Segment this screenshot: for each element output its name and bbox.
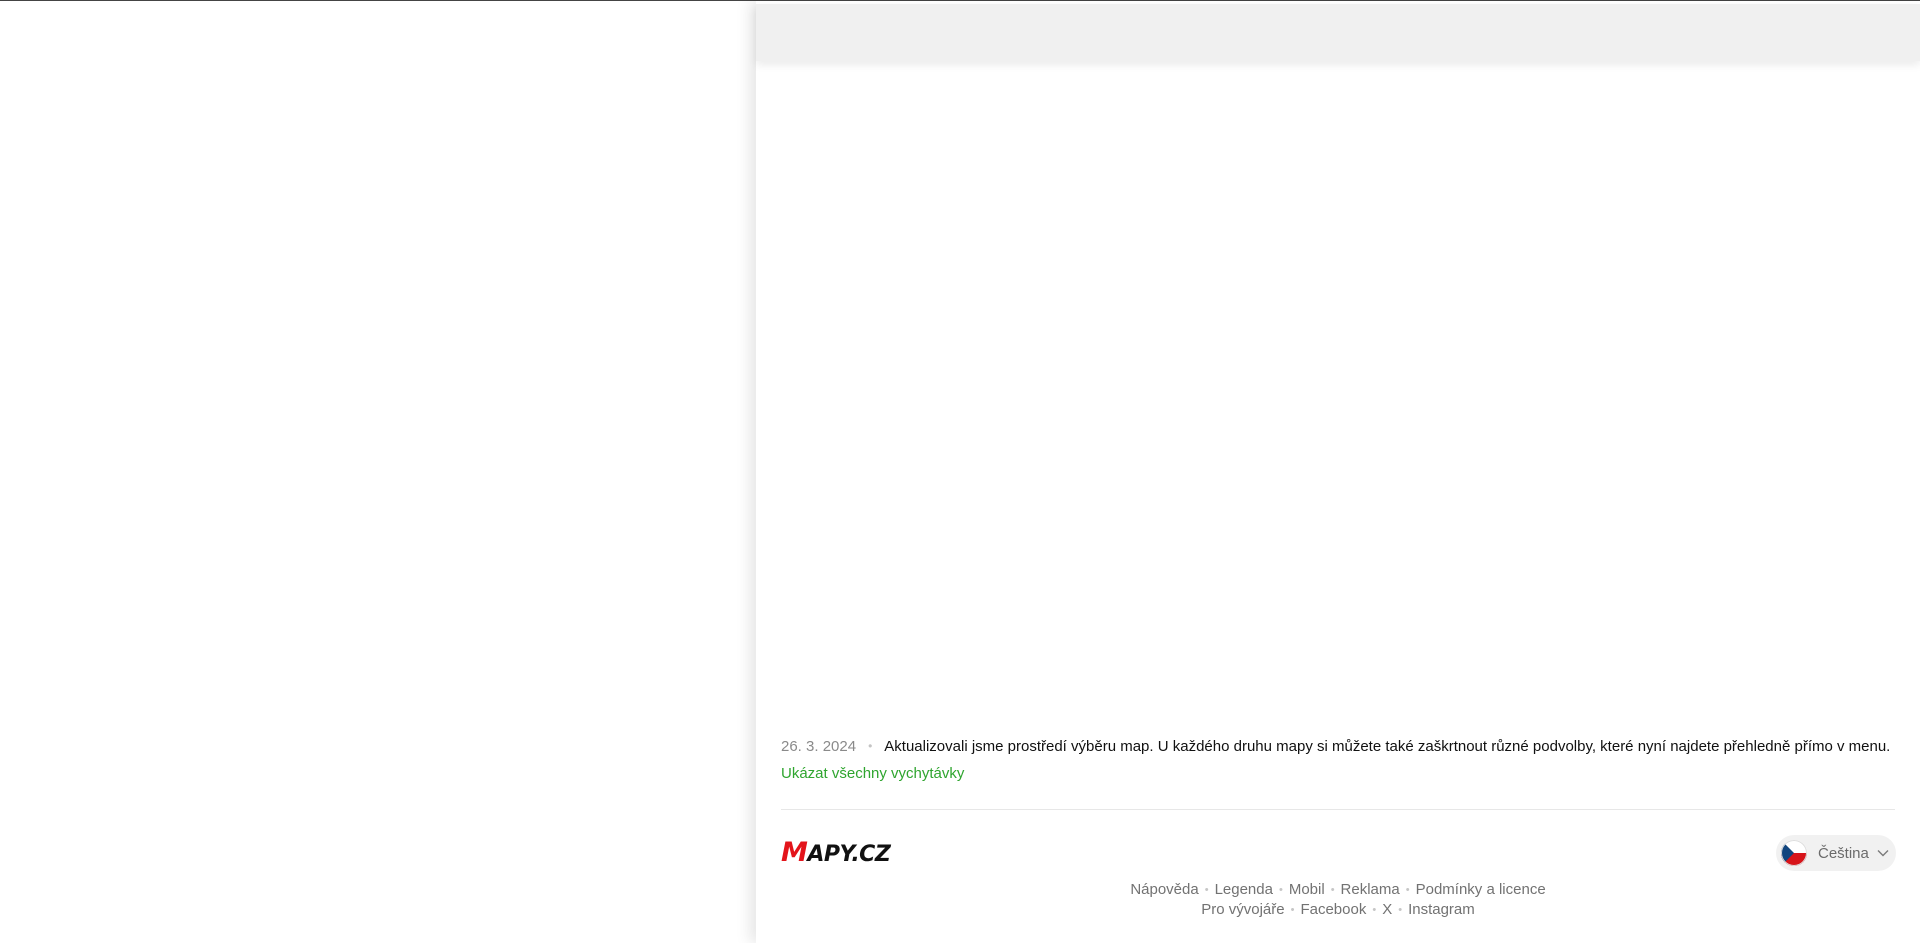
- czech-flag-icon: [1781, 840, 1807, 866]
- panel-header-bar: [756, 4, 1920, 61]
- footer-divider: [781, 809, 1895, 810]
- footer-link-help[interactable]: Nápověda: [1130, 881, 1198, 898]
- language-selector[interactable]: Čeština: [1776, 835, 1896, 871]
- mapy-logo[interactable]: M APY.CZ: [781, 837, 891, 868]
- side-panel: 26. 3. 2024 • Aktualizovali jsme prostře…: [756, 1, 1920, 943]
- footer-links-secondary: Pro vývojáře • Facebook • X • Instagram: [756, 901, 1920, 918]
- footer-links-primary: Nápověda • Legenda • Mobil • Reklama • Podmínky …: [756, 881, 1920, 898]
- footer-link-terms[interactable]: Podmínky a licence: [1416, 881, 1546, 898]
- map-area-blank: [0, 1, 756, 943]
- footer-link-developers[interactable]: Pro vývojáře: [1201, 901, 1284, 918]
- footer-separator: •: [1405, 884, 1410, 896]
- logo-text: APY.CZ: [807, 842, 891, 867]
- language-label: Čeština: [1818, 844, 1869, 862]
- tip-row: 26. 3. 2024 • Aktualizovali jsme prostře…: [781, 736, 1901, 756]
- footer-separator: •: [1204, 884, 1209, 896]
- show-all-tips-link[interactable]: Ukázat všechny vychytávky: [781, 765, 964, 782]
- tip-text: Aktualizovali jsme prostředí výběru map.…: [884, 737, 1891, 755]
- footer-separator: •: [1372, 904, 1377, 916]
- footer-separator: •: [1290, 904, 1295, 916]
- footer-link-facebook[interactable]: Facebook: [1300, 901, 1366, 918]
- footer-link-instagram[interactable]: Instagram: [1408, 901, 1475, 918]
- footer-separator: •: [1398, 904, 1403, 916]
- tip-date: 26. 3. 2024: [781, 737, 857, 755]
- footer-link-mobile[interactable]: Mobil: [1289, 881, 1325, 898]
- chevron-down-icon: [1877, 844, 1889, 862]
- footer-link-legend[interactable]: Legenda: [1215, 881, 1273, 898]
- logo-letter-m: M: [781, 837, 808, 868]
- footer-link-advertising[interactable]: Reklama: [1341, 881, 1400, 898]
- tip-separator: •: [868, 739, 873, 753]
- footer-separator: •: [1330, 884, 1335, 896]
- footer-separator: •: [1278, 884, 1283, 896]
- footer-link-x[interactable]: X: [1382, 901, 1392, 918]
